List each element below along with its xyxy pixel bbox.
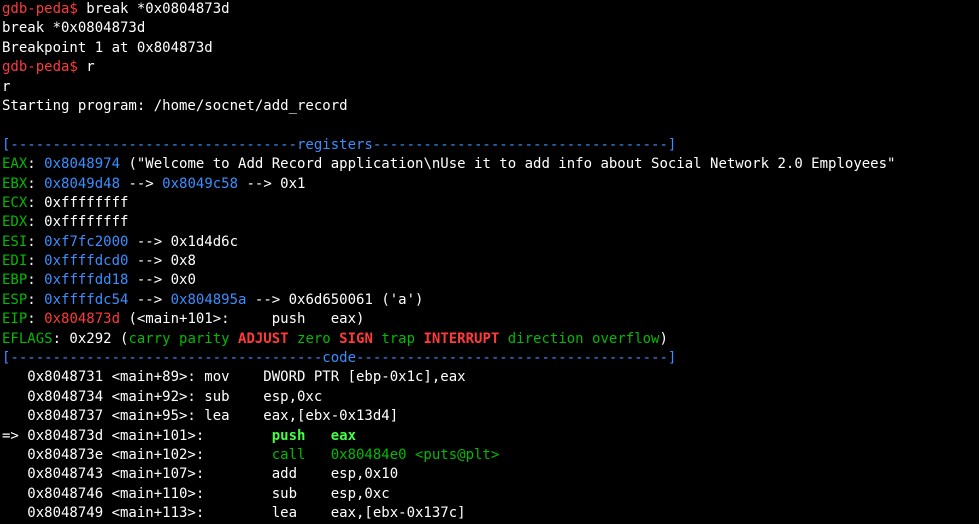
terminal-text-segment: : bbox=[27, 233, 45, 250]
terminal-text-segment: : bbox=[27, 253, 45, 270]
register-line-esi: ESI: 0xf7fc2000 --> 0x1d4d6c bbox=[2, 233, 979, 252]
terminal-text-segment: Starting program: /home/socnet/add_recor… bbox=[2, 97, 348, 114]
register-line-eflags: EFLAGS: 0x292 (carry parity ADJUST zero … bbox=[2, 330, 979, 349]
terminal-text-segment: break *0x0804873d bbox=[86, 1, 230, 17]
terminal-text-segment: --> 0x0 bbox=[128, 272, 196, 289]
echo-line-run-command: r bbox=[2, 78, 979, 97]
terminal-text-segment: : bbox=[27, 272, 45, 289]
code-line-current: => 0x804873d <main+101>: push eax bbox=[2, 427, 979, 446]
terminal-text-segment: trap bbox=[372, 330, 424, 347]
terminal-text-segment: : bbox=[27, 175, 45, 192]
terminal-text-segment: 0x804895a bbox=[170, 291, 247, 308]
register-line-esp: ESP: 0xffffdc54 --> 0x804895a --> 0x6d65… bbox=[2, 291, 979, 310]
code-line: 0x8048743 <main+107>: add esp,0x10 bbox=[2, 465, 979, 484]
code-line: 0x8048749 <main+113>: lea eax,[ebx-0x137… bbox=[2, 504, 979, 523]
terminal-text-segment: ESI bbox=[2, 233, 28, 250]
terminal-text-segment: 0xffffdc54 bbox=[44, 291, 129, 308]
terminal-text-segment: push eax bbox=[271, 427, 357, 444]
terminal-text-segment: call 0x80484e0 <puts@plt> bbox=[271, 446, 500, 463]
terminal-text-segment: 0xf7fc2000 bbox=[44, 233, 129, 250]
code-section-header: [-------------------------------------co… bbox=[2, 349, 979, 368]
terminal-text-segment: --> bbox=[128, 291, 171, 308]
terminal-text-segment: EDX bbox=[2, 214, 28, 231]
code-line: 0x804873e <main+102>: call 0x80484e0 <pu… bbox=[2, 446, 979, 465]
terminal-text-segment: 0x8048749 <main+113>: lea eax,[ebx-0x137… bbox=[2, 505, 466, 522]
terminal-text-segment: 0x8049c58 bbox=[162, 175, 239, 192]
prompt-line-break-command: gdb-peda$ break *0x0804873d bbox=[2, 0, 979, 19]
terminal-text-segment: --> 0x6d650061 ('a') bbox=[246, 291, 424, 308]
terminal-text-segment: EAX bbox=[2, 156, 28, 173]
terminal-text-segment: 0x8048743 <main+107>: add esp,0x10 bbox=[2, 466, 399, 483]
register-line-edx: EDX: 0xffffffff bbox=[2, 213, 979, 232]
terminal-text-segment: zero bbox=[288, 330, 340, 347]
terminal-text-segment: [----------------------------------regis… bbox=[2, 136, 677, 153]
terminal-text-segment: EBX bbox=[2, 175, 28, 192]
terminal-text-segment: r bbox=[86, 59, 95, 76]
terminal-text-segment: --> 0x1 bbox=[238, 175, 306, 192]
terminal-text-segment: --> bbox=[120, 175, 163, 192]
code-line: 0x8048731 <main+89>: mov DWORD PTR [ebp-… bbox=[2, 368, 979, 387]
terminal-text-segment: EDI bbox=[2, 253, 28, 270]
terminal-text-segment: ) bbox=[659, 330, 668, 347]
prompt-line-run-command: gdb-peda$ r bbox=[2, 58, 979, 77]
terminal-window[interactable]: gdb-peda$ break *0x0804873d break *0x0804… bbox=[0, 0, 979, 524]
terminal-text-segment: --> 0x8 bbox=[128, 253, 196, 270]
register-line-ebx: EBX: 0x8049d48 --> 0x8049c58 --> 0x1 bbox=[2, 175, 979, 194]
register-line-eip: EIP: 0x804873d (<main+101>: push eax) bbox=[2, 310, 979, 329]
terminal-text-segment: gdb-peda$ bbox=[2, 1, 87, 17]
terminal-text-segment: [-------------------------------------co… bbox=[2, 350, 677, 367]
terminal-text-segment: 0x8049d48 bbox=[44, 175, 121, 192]
terminal-text-segment: EIP bbox=[2, 311, 28, 328]
terminal-text-segment: 0x8048746 <main+110>: sub esp,0xc bbox=[2, 485, 390, 502]
register-line-eax: EAX: 0x8048974 ("Welcome to Add Record a… bbox=[2, 155, 979, 174]
terminal-text-segment: (<main+101>: push eax) bbox=[120, 311, 365, 328]
echo-line-break-command: break *0x0804873d bbox=[2, 19, 979, 38]
terminal-text-segment: ADJUST bbox=[238, 330, 289, 347]
terminal-text-segment: --> 0x1d4d6c bbox=[128, 233, 239, 250]
register-line-edi: EDI: 0xffffdcd0 --> 0x8 bbox=[2, 252, 979, 271]
terminal-text-segment: 0x8048731 <main+89>: mov DWORD PTR [ebp-… bbox=[2, 369, 466, 386]
terminal-text-segment: r bbox=[2, 78, 11, 95]
terminal-text-segment: Breakpoint 1 at 0x804873d bbox=[2, 39, 213, 56]
terminal-text-segment: 0x804873e <main+102>: bbox=[2, 446, 272, 463]
terminal-text-segment: 0x8048974 bbox=[44, 156, 121, 173]
terminal-text-segment: carry parity bbox=[128, 330, 239, 347]
terminal-text-segment: 0xffffdcd0 bbox=[44, 253, 129, 270]
register-line-ebp: EBP: 0xffffdd18 --> 0x0 bbox=[2, 271, 979, 290]
starting-program-line: Starting program: /home/socnet/add_recor… bbox=[2, 97, 979, 116]
terminal-text-segment: INTERRUPT bbox=[423, 330, 500, 347]
terminal-text-segment: 0xffffdd18 bbox=[44, 272, 129, 289]
terminal-text-segment: gdb-peda$ bbox=[2, 59, 87, 76]
terminal-text-segment: 0x804873d bbox=[44, 311, 121, 328]
code-line: 0x8048737 <main+95>: lea eax,[ebx-0x13d4… bbox=[2, 407, 979, 426]
terminal-text-segment: : 0xffffffff bbox=[27, 194, 129, 211]
terminal-text-segment: direction overflow bbox=[499, 330, 660, 347]
terminal-text-segment: ("Welcome to Add Record application\nUse… bbox=[120, 156, 896, 173]
terminal-text-segment: : bbox=[27, 156, 45, 173]
terminal-text-segment: : 0xffffffff bbox=[27, 214, 129, 231]
breakpoint-confirmation-line: Breakpoint 1 at 0x804873d bbox=[2, 39, 979, 58]
terminal-text-segment: : bbox=[27, 291, 45, 308]
code-line: 0x8048734 <main+92>: sub esp,0xc bbox=[2, 388, 979, 407]
terminal-text-segment: : bbox=[27, 311, 45, 328]
registers-section-header: [----------------------------------regis… bbox=[2, 136, 979, 155]
code-line: 0x8048746 <main+110>: sub esp,0xc bbox=[2, 485, 979, 504]
terminal-text-segment: ECX bbox=[2, 194, 28, 211]
terminal-text-segment: break *0x0804873d bbox=[2, 20, 146, 37]
terminal-text-segment: EFLAGS bbox=[2, 330, 53, 347]
terminal-text-segment: 0x8048737 <main+95>: lea eax,[ebx-0x13d4… bbox=[2, 408, 399, 425]
terminal-text-segment: SIGN bbox=[339, 330, 373, 347]
terminal-text-segment: => 0x804873d <main+101>: bbox=[2, 427, 272, 444]
terminal-text-segment: ESP bbox=[2, 291, 28, 308]
register-line-ecx: ECX: 0xffffffff bbox=[2, 194, 979, 213]
terminal-text-segment: EBP bbox=[2, 272, 28, 289]
terminal-text-segment: : 0x292 ( bbox=[52, 330, 129, 347]
terminal-text-segment: 0x8048734 <main+92>: sub esp,0xc bbox=[2, 388, 323, 405]
